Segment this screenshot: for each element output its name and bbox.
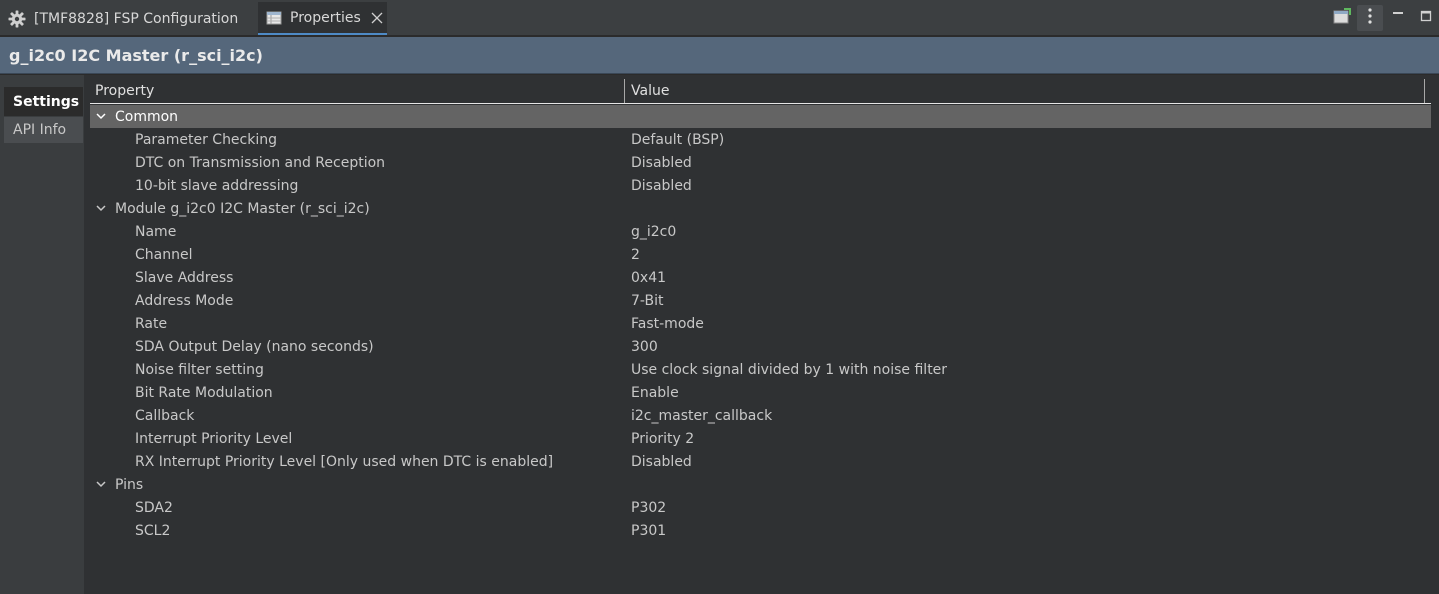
- property-row[interactable]: Rate Fast-mode: [90, 312, 1431, 335]
- property-value[interactable]: Disabled: [631, 174, 692, 197]
- property-row[interactable]: Interrupt Priority Level Priority 2: [90, 427, 1431, 450]
- maximize-icon: [1420, 10, 1432, 26]
- property-value[interactable]: 7-Bit: [631, 289, 663, 312]
- property-value[interactable]: Enable: [631, 381, 679, 404]
- tree-group-row[interactable]: Common: [90, 105, 1431, 128]
- tab-api-info[interactable]: API Info: [4, 117, 83, 143]
- property-name: Parameter Checking: [135, 131, 278, 148]
- property-value[interactable]: 0x41: [631, 266, 666, 289]
- tab-fsp-configuration[interactable]: [TMF8828] FSP Configuration: [0, 2, 252, 35]
- property-name: RX Interrupt Priority Level [Only used w…: [135, 453, 554, 470]
- property-name: Slave Address: [135, 269, 234, 286]
- editor-tab-bar: [TMF8828] FSP Configuration Properties: [0, 0, 1439, 36]
- property-value[interactable]: i2c_master_callback: [631, 404, 772, 427]
- property-row[interactable]: Noise filter setting Use clock signal div…: [90, 358, 1431, 381]
- tree-group-row[interactable]: Module g_i2c0 I2C Master (r_sci_i2c): [90, 197, 1431, 220]
- view-menu-button[interactable]: [1357, 5, 1383, 31]
- tab-label: [TMF8828] FSP Configuration: [34, 10, 239, 27]
- pin-view-button[interactable]: [1329, 5, 1355, 31]
- property-value[interactable]: Fast-mode: [631, 312, 704, 335]
- property-value[interactable]: 300: [631, 335, 658, 358]
- page-title: g_i2c0 I2C Master (r_sci_i2c): [9, 46, 263, 65]
- property-row[interactable]: SCL2 P301: [90, 519, 1431, 542]
- property-row[interactable]: RX Interrupt Priority Level [Only used w…: [90, 450, 1431, 473]
- properties-side-tabs: Settings API Info: [0, 75, 84, 594]
- tree-group-row[interactable]: Pins: [90, 473, 1431, 496]
- property-row[interactable]: Channel 2: [90, 243, 1431, 266]
- property-row[interactable]: Callback i2c_master_callback: [90, 404, 1431, 427]
- maximize-button[interactable]: [1413, 5, 1439, 31]
- column-header-property[interactable]: Property: [90, 79, 625, 103]
- close-icon[interactable]: [371, 11, 383, 25]
- properties-title-banner: g_i2c0 I2C Master (r_sci_i2c): [0, 37, 1439, 74]
- property-name: Noise filter setting: [135, 361, 264, 378]
- property-name: 10-bit slave addressing: [135, 177, 299, 194]
- property-value[interactable]: Disabled: [631, 151, 692, 174]
- column-header-value[interactable]: Value: [626, 79, 1425, 103]
- group-label: Common: [115, 108, 179, 125]
- property-name: DTC on Transmission and Reception: [135, 154, 386, 171]
- property-row[interactable]: DTC on Transmission and Reception Disable…: [90, 151, 1431, 174]
- property-name: SDA Output Delay (nano seconds): [135, 338, 374, 355]
- properties-table-icon: [266, 9, 282, 27]
- view-toolbar: [1327, 4, 1439, 32]
- property-value[interactable]: P302: [631, 496, 666, 519]
- property-table: Property Value Common Parameter Checking D…: [84, 75, 1439, 594]
- minimize-button[interactable]: [1385, 5, 1411, 31]
- property-value[interactable]: g_i2c0: [631, 220, 676, 243]
- property-value[interactable]: P301: [631, 519, 666, 542]
- group-label: Pins: [115, 476, 144, 493]
- kebab-menu-icon: [1367, 7, 1373, 29]
- table-header: Property Value: [90, 79, 1431, 104]
- pin-view-icon: [1332, 7, 1352, 29]
- property-name: Address Mode: [135, 292, 234, 309]
- property-row[interactable]: SDA2 P302: [90, 496, 1431, 519]
- property-name: SDA2: [135, 499, 173, 516]
- property-name: Channel: [135, 246, 193, 263]
- property-row[interactable]: Parameter Checking Default (BSP): [90, 128, 1431, 151]
- property-row[interactable]: Name g_i2c0: [90, 220, 1431, 243]
- property-row[interactable]: Slave Address 0x41: [90, 266, 1431, 289]
- property-value[interactable]: Use clock signal divided by 1 with noise…: [631, 358, 947, 381]
- tab-label: Properties: [290, 9, 361, 26]
- property-value[interactable]: Priority 2: [631, 427, 694, 450]
- property-value[interactable]: Default (BSP): [631, 128, 724, 151]
- property-name: SCL2: [135, 522, 171, 539]
- gear-icon: [8, 10, 26, 28]
- chevron-down-icon[interactable]: [95, 202, 107, 214]
- property-value[interactable]: 2: [631, 243, 640, 266]
- property-name: Rate: [135, 315, 168, 332]
- tab-properties[interactable]: Properties: [258, 2, 387, 35]
- property-row[interactable]: Address Mode 7-Bit: [90, 289, 1431, 312]
- group-label: Module g_i2c0 I2C Master (r_sci_i2c): [115, 200, 370, 217]
- property-name: Name: [135, 223, 177, 240]
- tab-settings[interactable]: Settings: [4, 87, 83, 116]
- property-row[interactable]: SDA Output Delay (nano seconds) 300: [90, 335, 1431, 358]
- chevron-down-icon[interactable]: [95, 478, 107, 490]
- minimize-icon: [1392, 10, 1404, 26]
- property-value[interactable]: Disabled: [631, 450, 692, 473]
- property-name: Bit Rate Modulation: [135, 384, 273, 401]
- property-row[interactable]: Bit Rate Modulation Enable: [90, 381, 1431, 404]
- property-name: Callback: [135, 407, 195, 424]
- chevron-down-icon[interactable]: [95, 110, 107, 122]
- property-row[interactable]: 10-bit slave addressing Disabled: [90, 174, 1431, 197]
- property-name: Interrupt Priority Level: [135, 430, 293, 447]
